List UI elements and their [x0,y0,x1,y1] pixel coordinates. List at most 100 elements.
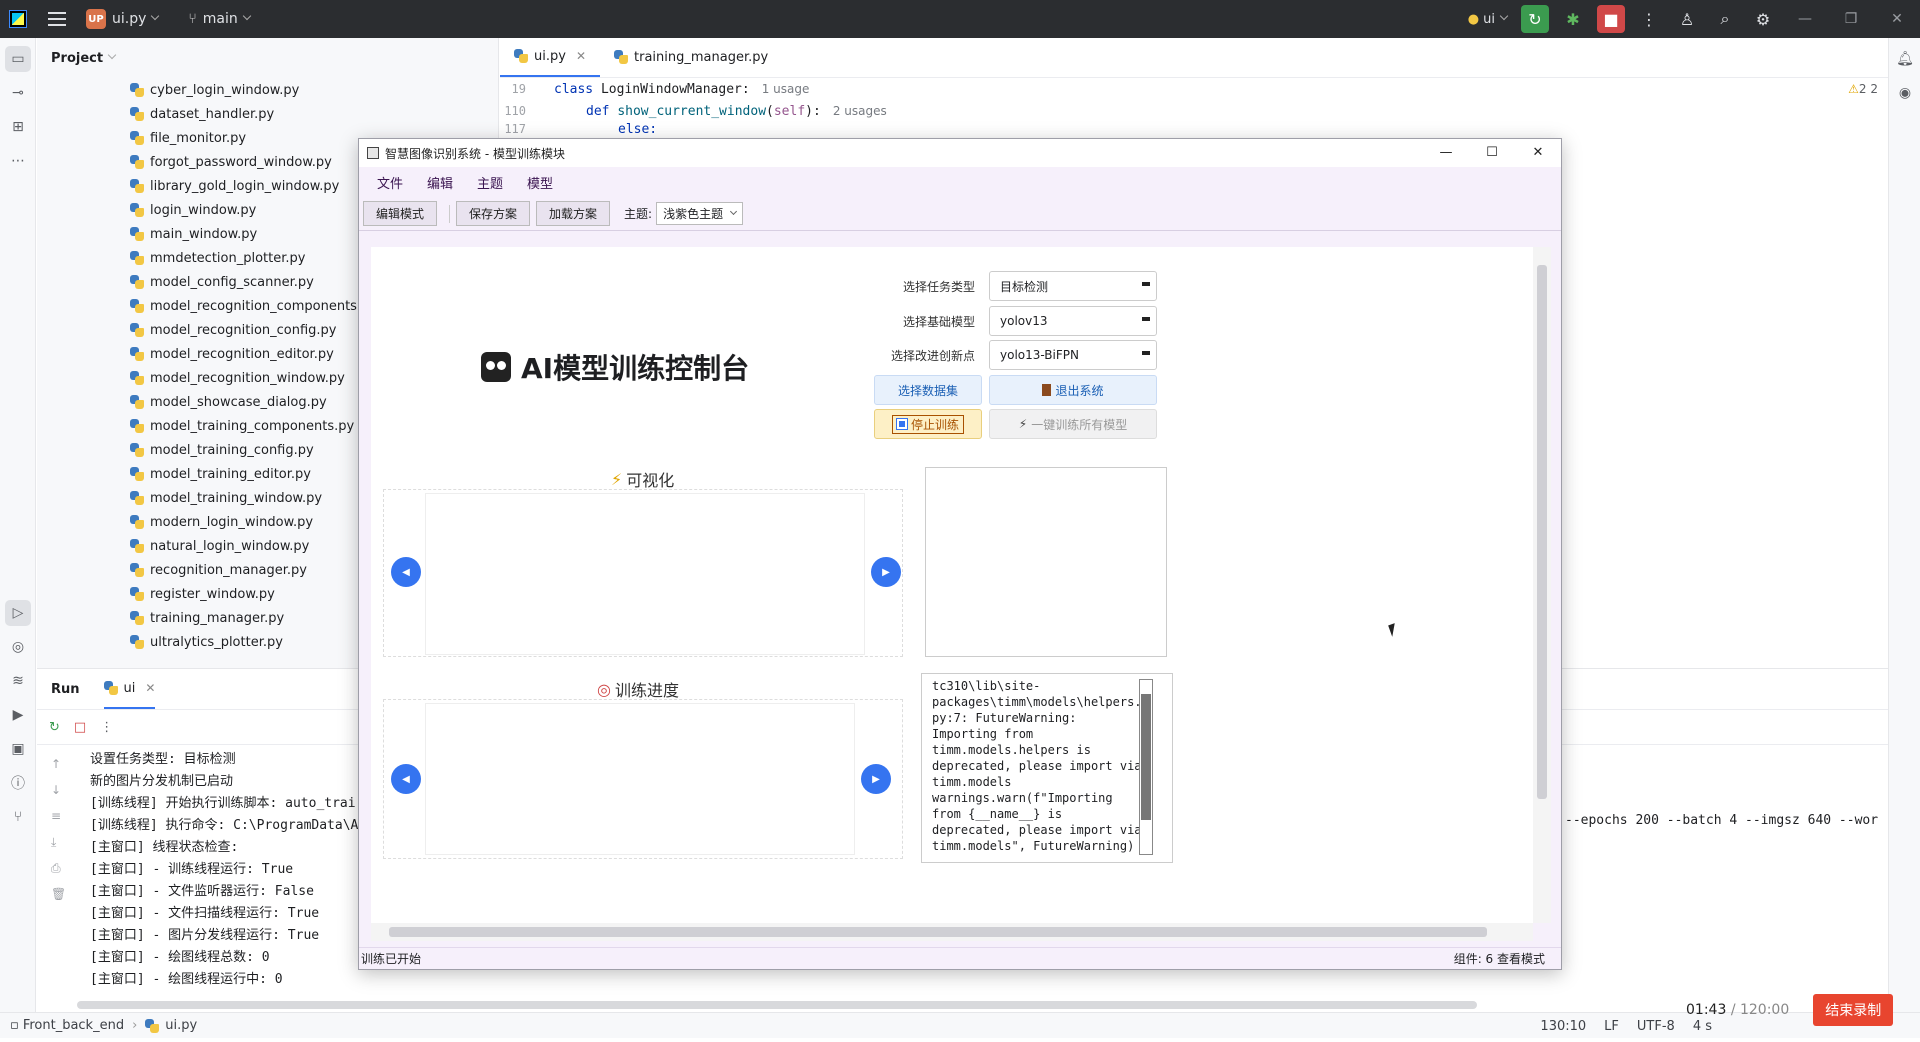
stop-training-button[interactable]: 停止训练 [874,409,982,439]
up-arrow-icon[interactable]: ↑ [51,751,66,777]
more-tools-icon[interactable]: ⋯ [5,148,31,174]
soft-wrap-icon[interactable]: ≡ [51,803,66,829]
menu-file[interactable]: 文件 [377,173,403,192]
load-plan-button[interactable]: 加载方案 [536,201,611,226]
console-overflow-text: --epochs 200 --batch 4 --imgsz 640 --wor [1565,813,1879,828]
close-icon[interactable]: ✕ [576,49,586,63]
minimize-button[interactable]: — [1423,139,1469,167]
layers-icon[interactable]: ≋ [5,668,31,694]
git-icon[interactable]: ⑂ [5,804,31,830]
menu-theme[interactable]: 主题 [477,173,503,192]
toolbar-separator [449,204,451,223]
ai-assistant-icon[interactable]: ◉ [1892,80,1918,106]
project-folder-icon[interactable]: ▭ [5,46,31,72]
stop-button[interactable]: ■ [1597,5,1625,33]
menu-model[interactable]: 模型 [527,173,553,192]
add-user-icon[interactable]: ♙ [1673,5,1701,33]
task-type-combo[interactable]: 目标检测 [989,271,1157,301]
close-button[interactable]: ✕ [1874,11,1920,27]
inspection-widget[interactable]: ⚠2 2 [1848,82,1878,96]
scroll-end-icon[interactable]: ⤓ [51,829,66,855]
improvement-combo[interactable]: yolo13-BiFPN [989,340,1157,370]
console-line: [训练线程] 执行命令: C:\ProgramData\A [90,818,359,833]
tab-ui-py[interactable]: ui.py ✕ [500,37,600,77]
theme-select[interactable]: 浅紫色主题 [656,202,744,225]
notifications-icon[interactable]: 🔔︎ [1892,46,1918,72]
caret-position[interactable]: 130:10 [1540,1019,1586,1034]
elapsed-time: 01:43 [1686,1002,1727,1018]
right-tool-strip: 🔔︎ ◉ [1888,38,1920,1018]
log-scrollbar[interactable] [1139,679,1153,855]
progress-prev-button[interactable]: ◀ [391,764,421,794]
warning-count: 2 2 [1858,82,1878,96]
task-type-row: 选择任务类型 目标检测 [877,271,1157,301]
base-model-combo[interactable]: yolov13 [989,306,1157,336]
file-item[interactable]: dataset_handler.py [37,102,498,126]
select-dataset-button[interactable]: 选择数据集 [874,375,982,405]
stop-recording-button[interactable]: 结束录制 [1813,994,1894,1026]
canvas-hscroll-thumb[interactable] [389,927,1487,937]
run-tab-ui[interactable]: ui ✕ [103,669,156,709]
usage-hint[interactable]: 2 usages [833,104,887,118]
more-actions-icon[interactable]: ⋮ [1635,5,1663,33]
file-item[interactable]: cyber_login_window.py [37,78,498,102]
main-menu-icon[interactable] [48,12,66,26]
chevron-down-icon[interactable] [151,11,160,21]
save-plan-button[interactable]: 保存方案 [456,201,531,226]
window-titlebar[interactable]: 智慧图像识别系统 - 模型训练模块 — ☐ ✕ [359,139,1561,167]
python-console-icon[interactable]: ◎ [5,634,31,660]
canvas-vscroll-thumb[interactable] [1537,265,1547,799]
search-icon[interactable]: ⌕ [1711,5,1739,33]
console-line: [主窗口] 线程状态检查: [90,840,239,855]
problems-icon[interactable]: ⓘ [5,770,31,796]
console-output[interactable]: 设置任务类型: 目标检测 新的图片分发机制已启动 [训练线程] 开始执行训练脚本: … [90,749,358,991]
tab-training-manager[interactable]: training_manager.py [600,37,782,77]
rerun-icon[interactable]: ↻ [49,720,60,735]
file-name: forgot_password_window.py [150,154,332,170]
commit-icon[interactable]: ⊸ [5,80,31,106]
training-log[interactable]: tc310\lib\site- packages\timm\models\hel… [921,673,1173,863]
console-hscroll[interactable] [77,1001,1477,1009]
branch-selector[interactable]: ⑂ main [188,11,252,27]
rerun-button[interactable]: ↻ [1521,5,1549,33]
run-config-selector[interactable]: ● ui [1464,5,1511,33]
visualize-next-button[interactable]: ▶ [871,557,901,587]
usage-hint[interactable]: 1 usage [762,82,810,96]
settings-gear-icon[interactable]: ⚙ [1749,5,1777,33]
more-icon[interactable]: ⋮ [100,720,113,735]
project-name[interactable]: ui.py [112,11,146,27]
close-icon[interactable]: ✕ [145,681,155,695]
debug-button[interactable]: ✱ [1559,5,1587,33]
visualize-prev-button[interactable]: ◀ [391,557,421,587]
line-separator[interactable]: LF [1604,1019,1619,1034]
edit-mode-button[interactable]: 编辑模式 [363,201,438,226]
canvas-hscrollbar[interactable] [371,923,1533,941]
file-name: model_recognition_components.py [150,298,378,314]
python-file-icon [130,179,144,193]
print-icon[interactable]: ⎙ [51,855,66,881]
project-panel-header[interactable]: Project [37,38,498,78]
menu-edit[interactable]: 编辑 [427,173,453,192]
down-arrow-icon[interactable]: ↓ [51,777,66,803]
progress-next-button[interactable]: ▶ [861,764,891,794]
train-all-button[interactable]: ⚡︎ 一键训练所有模型 [989,409,1157,439]
log-scroll-thumb[interactable] [1141,694,1151,820]
structure-icon[interactable]: ⊞ [5,114,31,140]
terminal-icon[interactable]: ▣ [5,736,31,762]
services-icon[interactable]: ▶ [5,702,31,728]
canvas-vscrollbar[interactable] [1533,247,1551,923]
maximize-button[interactable]: ☐ [1469,139,1515,167]
exit-system-button[interactable]: 退出系统 [989,375,1157,405]
trash-icon[interactable]: 🗑︎ [51,881,66,907]
stop-icon[interactable]: □ [74,720,86,735]
close-button[interactable]: ✕ [1515,139,1561,167]
breadcrumb-root[interactable]: Front_back_end [23,1018,124,1033]
console-line: [主窗口] - 绘图线程总数: 0 [90,950,270,965]
restore-button[interactable]: ❐ [1828,11,1874,27]
code-area[interactable]: 19 class LoginWindowManager: 1 usage 110… [500,78,1888,135]
minimize-button[interactable]: — [1782,11,1828,27]
project-badge[interactable]: UP [86,9,106,29]
file-encoding[interactable]: UTF-8 [1637,1019,1675,1034]
breadcrumb-file[interactable]: ui.py [165,1018,197,1033]
run-tool-icon[interactable]: ▷ [5,600,31,626]
